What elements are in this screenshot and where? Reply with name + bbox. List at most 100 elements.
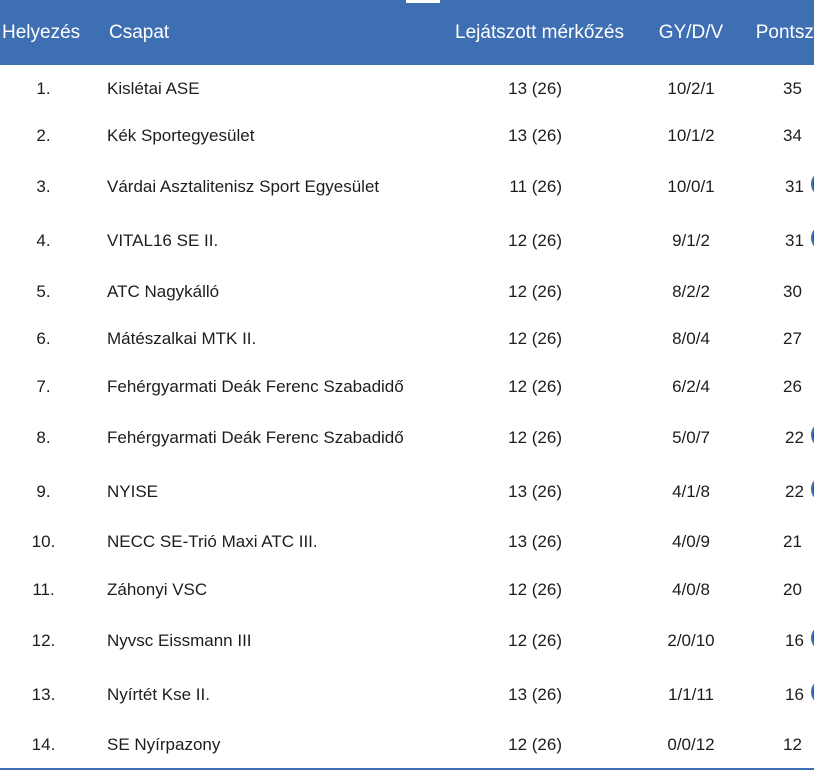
wdl-cell: 4/0/9 [672,532,710,552]
info-magnifier-icon[interactable] [810,475,814,509]
points-cell: 30 [750,268,814,316]
team-name[interactable]: Nyvsc Eissmann III [87,614,409,668]
points-wrap: 30 [750,282,814,302]
points-cell: 26 [750,363,814,411]
team-name[interactable]: Fehérgyarmati Deák Ferenc Szabadidő [87,411,409,465]
table-row: 12. Nyvsc Eissmann III 12 (26) 2/0/10 16 [0,614,814,668]
table-row: 4. VITAL16 SE II. 12 (26) 9/1/2 31 [0,214,814,268]
rank-cell: 14. [0,721,87,770]
table-body: 1. Kislétai ASE 13 (26) 10/2/1 35 2. Kék Sport… [0,65,814,770]
table-row: 14. SE Nyírpazony 12 (26) 0/0/12 12 [0,721,814,770]
points-value: 16 [785,630,804,650]
points-value: 22 [785,481,804,501]
info-magnifier-icon[interactable] [810,421,814,455]
team-name[interactable]: Kislétai ASE [87,65,409,113]
team-name[interactable]: Kék Sportegyesület [87,113,409,161]
team-name[interactable]: Várdai Asztalitenisz Sport Egyesület [87,160,409,214]
points-wrap: 31 [750,170,814,204]
header-team[interactable]: Csapat [87,0,409,65]
played-cell: 12 (26) [508,231,562,250]
points-value: 31 [785,231,804,250]
team-name[interactable]: SE Nyírpazony [87,721,409,770]
wdl-cell: 10/0/1 [667,177,715,196]
wdl-cell: 5/0/7 [672,427,710,447]
rank-cell: 8. [36,427,51,447]
info-magnifier-icon[interactable] [810,170,814,204]
team-name[interactable]: Mátészalkai MTK II. [87,316,409,364]
played-cell: 12 (26) [508,281,562,301]
wdl-cell: 9/1/2 [672,231,710,250]
points-value: 35 [783,78,802,98]
points-cell: 16 [750,614,814,668]
points-wrap: 35 [750,79,814,99]
rank-cell: 10. [31,532,56,552]
points-wrap: 20 [750,580,814,600]
header-played[interactable]: Lejátszott mérkőzés [409,0,632,65]
info-magnifier-icon[interactable] [810,224,814,258]
table-row: 2. Kék Sportegyesület 13 (26) 10/1/2 34 [0,113,814,161]
points-cell: 34 [750,113,814,161]
points-wrap: 16 [750,624,814,658]
played-cell: 13 (26) [508,481,562,501]
points-wrap: 31 [750,224,814,258]
table-row: 7. Fehérgyarmati Deák Ferenc Szabadidő 12 … [0,363,814,411]
wdl-cell: 1/1/11 [667,684,714,704]
team-name[interactable]: VITAL16 SE II. [87,214,409,268]
table-row: 6. Mátészalkai MTK II. 12 (26) 8/0/4 27 [0,316,814,364]
header-rank[interactable]: Helyezés [0,0,87,65]
points-wrap: 34 [750,126,814,146]
header-row: Helyezés Csapat Lejátszott mérkőzés GY/D… [0,0,814,65]
points-wrap: 26 [750,377,814,397]
rank-cell: 5. [36,281,51,301]
played-cell: 13 (26) [508,126,562,146]
points-cell: 20 [750,566,814,614]
played-cell: 12 (26) [409,721,632,770]
rank-cell: 3. [36,177,51,196]
points-cell: 22 [750,465,814,519]
points-cell: 35 [750,65,814,113]
header-wdl[interactable]: GY/D/V [632,0,750,65]
played-cell: 12 (26) [508,329,562,349]
wdl-cell: 6/2/4 [672,376,710,396]
team-name[interactable]: Záhonyi VSC [87,566,409,614]
points-wrap: 16 [750,678,814,712]
team-name[interactable]: Fehérgyarmati Deák Ferenc Szabadidő [87,363,409,411]
wdl-cell: 0/0/12 [632,721,750,770]
points-wrap: 22 [750,475,814,509]
points-value: 34 [783,126,802,146]
points-value: 27 [783,329,802,349]
wdl-cell: 8/2/2 [672,281,710,301]
standings-page: Helyezés Csapat Lejátszott mérkőzés GY/D… [0,0,814,778]
table-row: 13. Nyírtét Kse II. 13 (26) 1/1/11 16 [0,668,814,722]
table-row: 3. Várdai Asztalitenisz Sport Egyesület 11… [0,160,814,214]
table-row: 11. Záhonyi VSC 12 (26) 4/0/8 20 [0,566,814,614]
rank-cell: 7. [36,376,51,396]
table-row: 5. ATC Nagykálló 12 (26) 8/2/2 30 [0,268,814,316]
played-cell: 12 (26) [508,427,562,447]
points-wrap: 12 [750,735,814,755]
points-cell: 12 [750,721,814,770]
team-name[interactable]: Nyírtét Kse II. [87,668,409,722]
info-magnifier-icon[interactable] [810,624,814,658]
rank-cell: 13. [31,684,56,704]
played-cell: 12 (26) [508,376,562,396]
table-row: 9. NYISE 13 (26) 4/1/8 22 [0,465,814,519]
points-wrap: 22 [750,421,814,455]
points-value: 22 [785,427,804,447]
played-cell: 12 (26) [508,630,562,650]
rank-cell: 12. [31,630,56,650]
wdl-cell: 4/1/8 [672,481,710,501]
header-points[interactable]: Pontszám [750,0,814,65]
team-name[interactable]: NECC SE-Trió Maxi ATC III. [87,519,409,567]
rank-cell: 9. [36,481,51,501]
points-value: 30 [783,281,802,301]
info-magnifier-icon[interactable] [810,678,814,712]
rank-cell: 4. [36,231,51,250]
points-value: 12 [783,734,802,754]
team-name[interactable]: NYISE [87,465,409,519]
top-tab-indicator [406,0,440,3]
rank-cell: 2. [36,126,51,146]
team-name[interactable]: ATC Nagykálló [87,268,409,316]
table-row: 10. NECC SE-Trió Maxi ATC III. 13 (26) 4/0/… [0,519,814,567]
table-header: Helyezés Csapat Lejátszott mérkőzés GY/D… [0,0,814,65]
